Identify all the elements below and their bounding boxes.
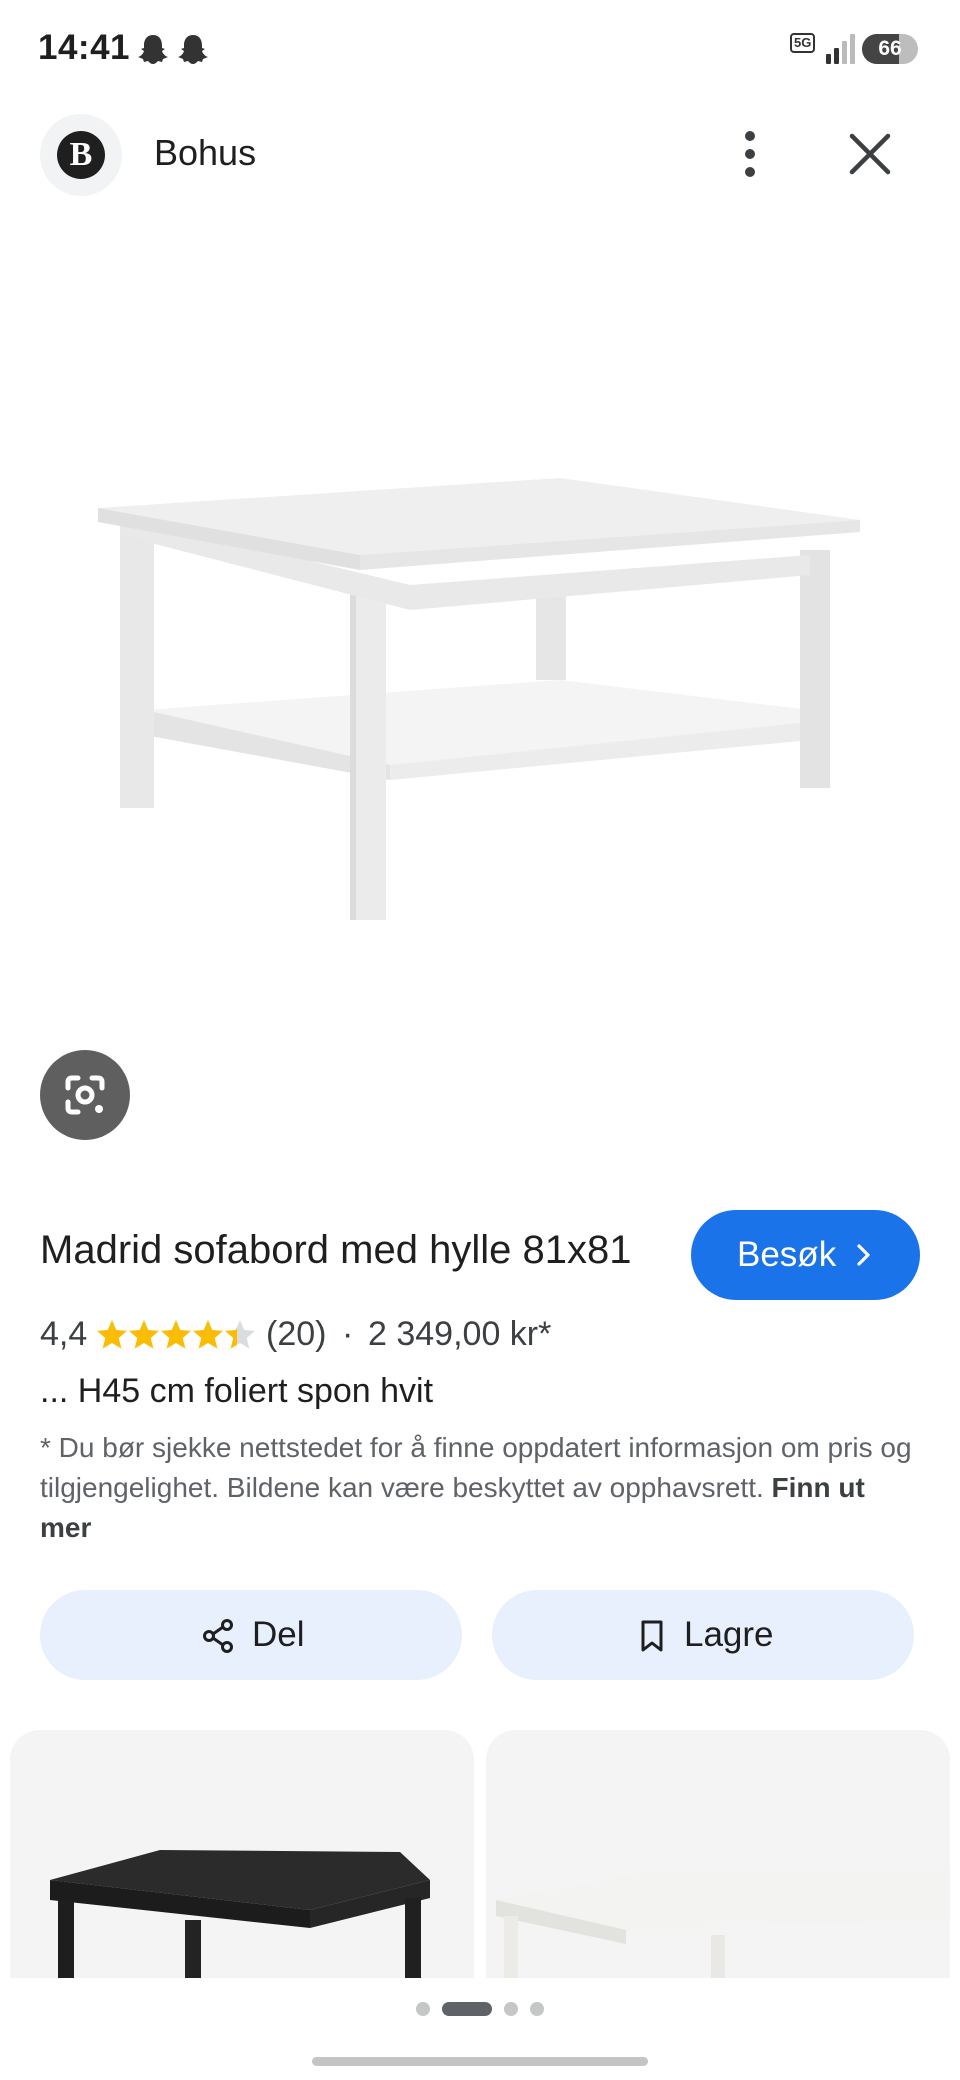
product-title: Madrid sofabord med hylle 81x81 bbox=[40, 1228, 632, 1272]
page-dot bbox=[416, 2002, 430, 2016]
rating-value: 4,4 bbox=[40, 1315, 88, 1353]
snapchat-ghost-icon bbox=[138, 35, 168, 64]
signal-icon bbox=[826, 34, 855, 64]
battery-icon: 66 bbox=[862, 34, 918, 64]
disclaimer: * Du bør sjekke nettstedet for å finne o… bbox=[40, 1428, 920, 1548]
save-button[interactable]: Lagre bbox=[492, 1590, 914, 1680]
save-label: Lagre bbox=[684, 1615, 774, 1654]
product-image[interactable] bbox=[90, 460, 870, 930]
star-icon bbox=[225, 1320, 255, 1349]
share-icon bbox=[203, 1619, 233, 1653]
review-count[interactable]: (20) bbox=[266, 1312, 326, 1356]
status-time: 14:41 bbox=[38, 28, 131, 67]
page-dot-active bbox=[442, 2002, 492, 2016]
more-options-button[interactable] bbox=[726, 124, 774, 184]
visit-button[interactable]: Besøk bbox=[691, 1210, 920, 1300]
site-name[interactable]: Bohus bbox=[154, 132, 256, 174]
star-icon bbox=[97, 1320, 127, 1349]
star-icon bbox=[193, 1320, 223, 1349]
battery-level: 66 bbox=[878, 37, 902, 60]
product-description: ... H45 cm foliert spon hvit bbox=[40, 1372, 434, 1410]
site-logo-letter: B bbox=[57, 131, 105, 179]
camera-lens-icon bbox=[65, 1075, 105, 1115]
visit-label: Besøk bbox=[737, 1235, 837, 1274]
page-dot bbox=[530, 2002, 544, 2016]
close-icon bbox=[849, 133, 891, 175]
star-icon bbox=[161, 1320, 191, 1349]
price: 2 349,00 kr* bbox=[368, 1315, 552, 1353]
star-icon bbox=[129, 1320, 159, 1349]
site-logo[interactable]: B bbox=[40, 114, 122, 196]
status-bar: 14:41 5G 66 bbox=[0, 0, 960, 100]
bookmark-icon bbox=[641, 1620, 663, 1652]
page-indicator bbox=[416, 2002, 544, 2016]
page-dot bbox=[504, 2002, 518, 2016]
share-button[interactable]: Del bbox=[40, 1590, 462, 1680]
lens-search-button[interactable] bbox=[40, 1050, 130, 1140]
gesture-bar[interactable] bbox=[312, 2057, 648, 2066]
more-vert-icon bbox=[745, 131, 755, 177]
close-button[interactable] bbox=[842, 126, 898, 182]
share-label: Del bbox=[252, 1615, 305, 1654]
snapchat-ghost-icon bbox=[178, 35, 208, 64]
separator-dot: · bbox=[342, 1315, 354, 1353]
network-type: 5G bbox=[790, 33, 816, 53]
chevron-right-icon bbox=[857, 1244, 870, 1266]
star-rating bbox=[97, 1320, 255, 1349]
